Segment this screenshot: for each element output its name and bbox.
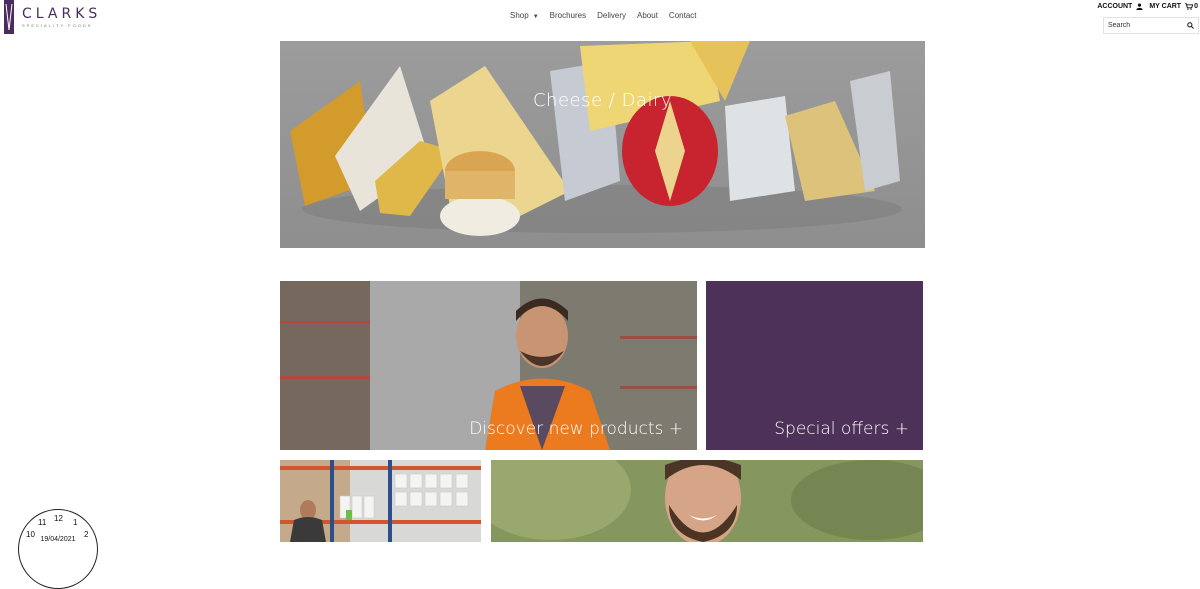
smiling-man-image — [491, 460, 923, 542]
logo-mark-icon — [4, 0, 14, 34]
nav-item-brochures[interactable]: Brochures — [550, 11, 586, 20]
user-icon — [1136, 3, 1143, 10]
warehouse-tile[interactable] — [280, 460, 481, 542]
clock-number: 1 — [73, 518, 78, 527]
special-offers-tile[interactable]: Special offers + — [706, 281, 923, 450]
brand-tagline: SPECIALITY FOODS — [22, 23, 93, 28]
cart-link[interactable]: MY CART 0 — [1149, 3, 1198, 10]
nav-item-shop[interactable]: Shop ▼ — [510, 11, 539, 20]
account-label: ACCOUNT — [1097, 3, 1133, 10]
cheese-assortment-image — [280, 41, 925, 248]
nav-item-about[interactable]: About — [637, 11, 658, 20]
nav-item-delivery[interactable]: Delivery — [597, 11, 626, 20]
clock-widget: 12 1 2 11 10 19/04/2021 — [18, 509, 98, 589]
discover-label: Discover new products + — [469, 419, 683, 439]
search-box — [1103, 17, 1199, 34]
brand-logo[interactable]: CLARKS SPECIALITY FOODS — [4, 0, 101, 34]
hero-title: Cheese / Dairy — [532, 90, 673, 111]
cart-label: MY CART — [1149, 3, 1182, 10]
cart-count: 0 — [1194, 3, 1198, 10]
special-offers-label: Special offers + — [774, 419, 909, 439]
logo-wordmark: CLARKS SPECIALITY FOODS — [22, 7, 101, 28]
warehouse-shelves-image — [280, 460, 481, 542]
staff-portrait-tile[interactable] — [491, 460, 923, 542]
clock-number: 12 — [54, 514, 63, 523]
brand-name: CLARKS — [22, 6, 102, 22]
main-nav: Shop ▼ Brochures Delivery About Contact — [510, 11, 708, 20]
search-input[interactable] — [1108, 22, 1184, 29]
cart-icon — [1185, 3, 1194, 10]
discover-new-products-tile[interactable]: Discover new products + — [280, 281, 697, 450]
nav-label: Shop — [510, 11, 529, 20]
search-icon[interactable] — [1187, 22, 1194, 29]
hero-banner[interactable]: Cheese / Dairy — [280, 41, 925, 248]
account-bar: ACCOUNT MY CART 0 — [1097, 3, 1200, 10]
account-link[interactable]: ACCOUNT — [1097, 3, 1143, 10]
nav-item-contact[interactable]: Contact — [669, 11, 697, 20]
clock-number: 11 — [38, 518, 47, 527]
chevron-down-icon: ▼ — [532, 14, 539, 20]
